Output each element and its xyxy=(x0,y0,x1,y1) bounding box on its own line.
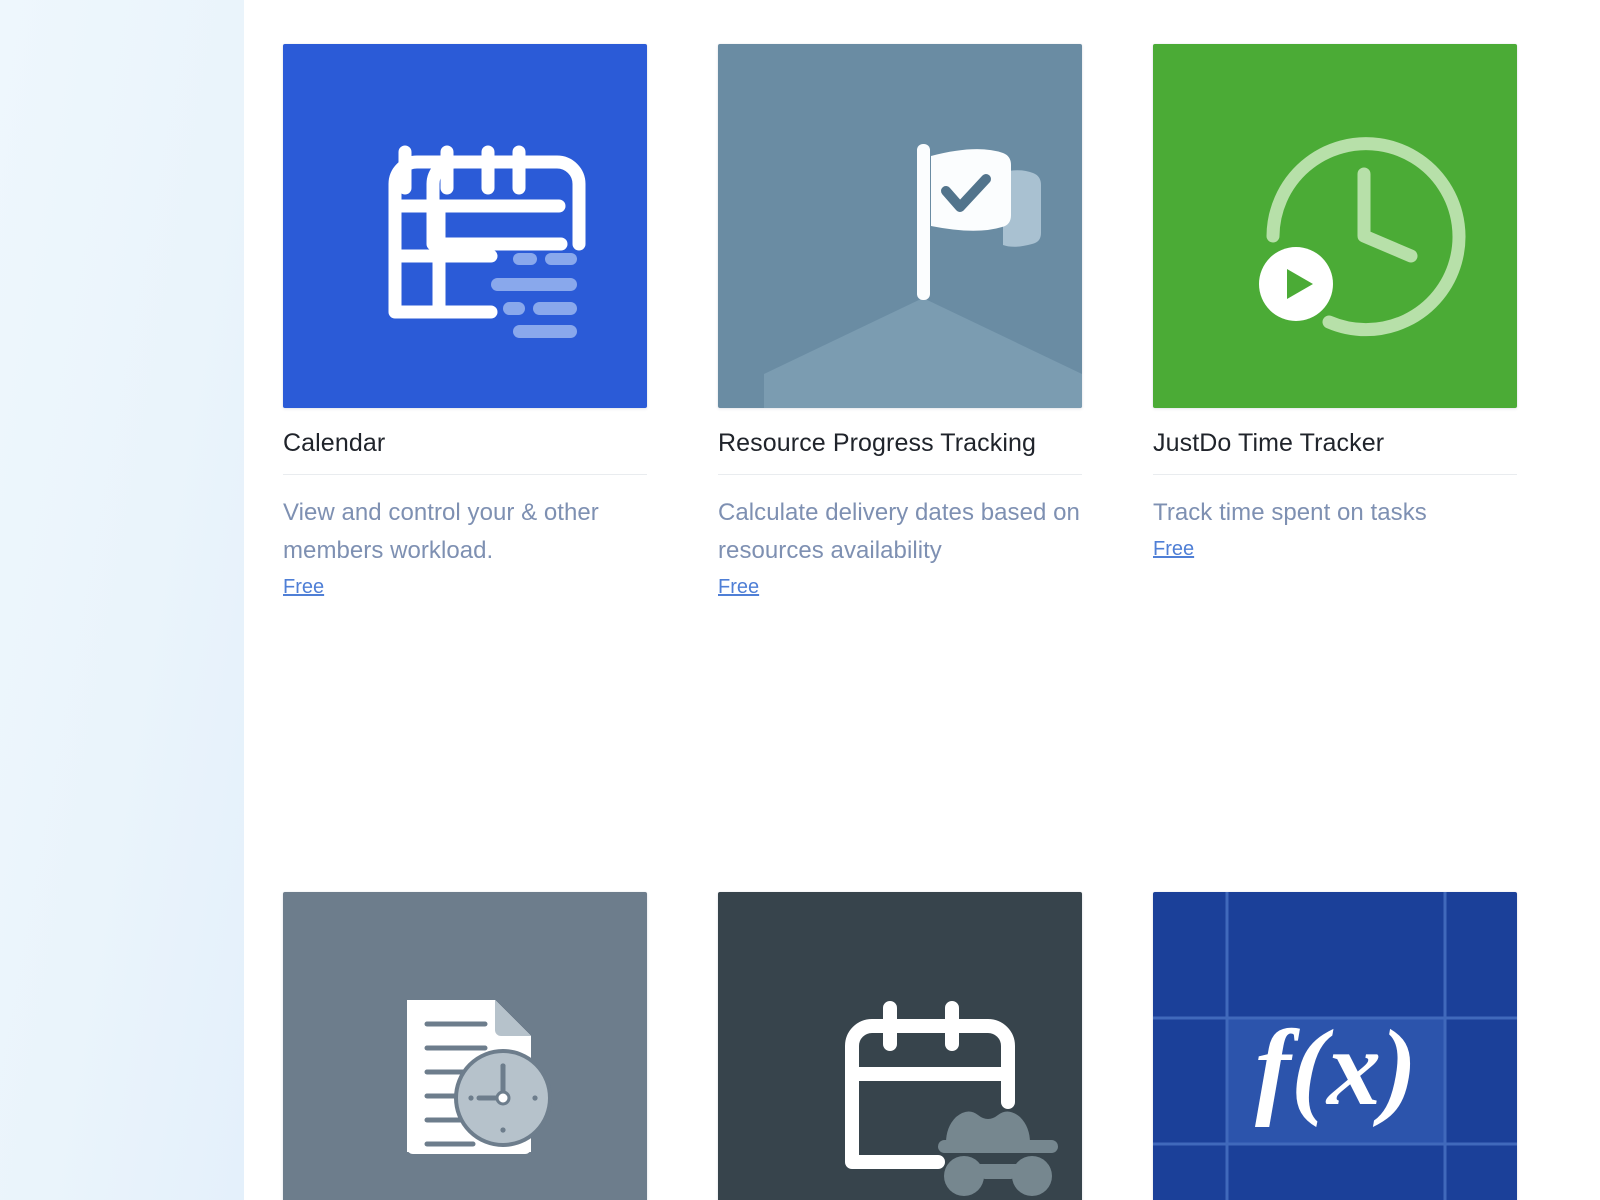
app-description: Track time spent on tasks xyxy=(1153,499,1427,526)
app-price-link[interactable]: Free xyxy=(718,572,759,602)
app-description: View and control your & other members wo… xyxy=(283,499,599,564)
app-price-link[interactable]: Free xyxy=(283,572,324,602)
formula-fx-icon: f(x) xyxy=(1153,892,1517,1200)
flag-check-icon xyxy=(718,44,1082,408)
app-tile-justdo-time-tracker[interactable] xyxy=(1153,44,1517,408)
app-tile-calendar[interactable] xyxy=(283,44,647,408)
app-description: Calculate delivery dates based on resour… xyxy=(718,499,1080,564)
card-divider xyxy=(718,474,1082,475)
app-title: Calendar xyxy=(283,429,386,457)
formula-label: f(x) xyxy=(1255,1009,1417,1128)
app-card-calendar[interactable]: Calendar View and control your & other m… xyxy=(283,44,647,602)
apps-main-panel: Calendar View and control your & other m… xyxy=(244,0,1600,1200)
card-divider xyxy=(1153,474,1517,475)
app-tile-private-follow-up[interactable] xyxy=(718,892,1082,1200)
calendar-speed-icon xyxy=(283,44,647,408)
app-tile-formulas[interactable]: f(x) xyxy=(1153,892,1517,1200)
app-price-link[interactable]: Free xyxy=(1153,534,1194,564)
app-marketplace-page: Calendar View and control your & other m… xyxy=(0,0,1600,1200)
app-tile-resource-progress-tracking[interactable] xyxy=(718,44,1082,408)
calendar-incognito-icon xyxy=(718,892,1082,1200)
app-card-justdo-time-tracker[interactable]: JustDo Time Tracker Track time spent on … xyxy=(1153,44,1517,602)
app-title: Resource Progress Tracking xyxy=(718,429,1037,457)
card-divider xyxy=(283,474,647,475)
apps-grid: Calendar View and control your & other m… xyxy=(283,44,1588,1200)
app-card-formulas[interactable]: f(x) Formulas Calculated custom fields xyxy=(1153,892,1517,1200)
app-card-resource-progress-tracking[interactable]: Resource Progress Tracking Calculate del… xyxy=(718,44,1082,602)
document-clock-icon xyxy=(283,892,647,1200)
app-card-private-follow-up[interactable]: Private follow up Set private follow up … xyxy=(718,892,1082,1200)
clock-play-icon xyxy=(1153,44,1517,408)
app-tile-resource-management[interactable] xyxy=(283,892,647,1200)
app-title: JustDo Time Tracker xyxy=(1153,429,1385,457)
app-card-resource-management[interactable]: Resource Management Allocate and track r… xyxy=(283,892,647,1200)
left-sidebar-rail xyxy=(0,0,244,1200)
